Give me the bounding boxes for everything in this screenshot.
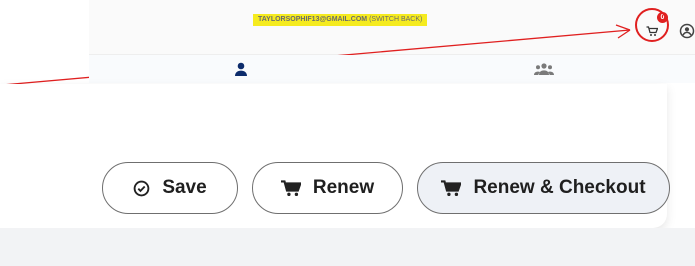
save-label: Save [162,177,207,198]
renew-label: Renew [312,177,375,198]
renew-checkout-label: Renew & Checkout [473,177,646,198]
check-circle-icon [133,180,150,196]
save-button[interactable]: Save [102,162,238,214]
tab-personal[interactable] [233,62,253,78]
renew-button[interactable]: Renew [252,162,403,214]
person-icon [235,62,247,76]
tab-group[interactable] [534,62,554,78]
cart-icon [441,179,462,196]
renew-checkout-button[interactable]: Renew & Checkout [417,162,670,214]
group-icon [534,63,554,75]
profile-nav [89,55,695,83]
cart-icon [280,179,301,196]
page-footer-bg [0,228,695,266]
